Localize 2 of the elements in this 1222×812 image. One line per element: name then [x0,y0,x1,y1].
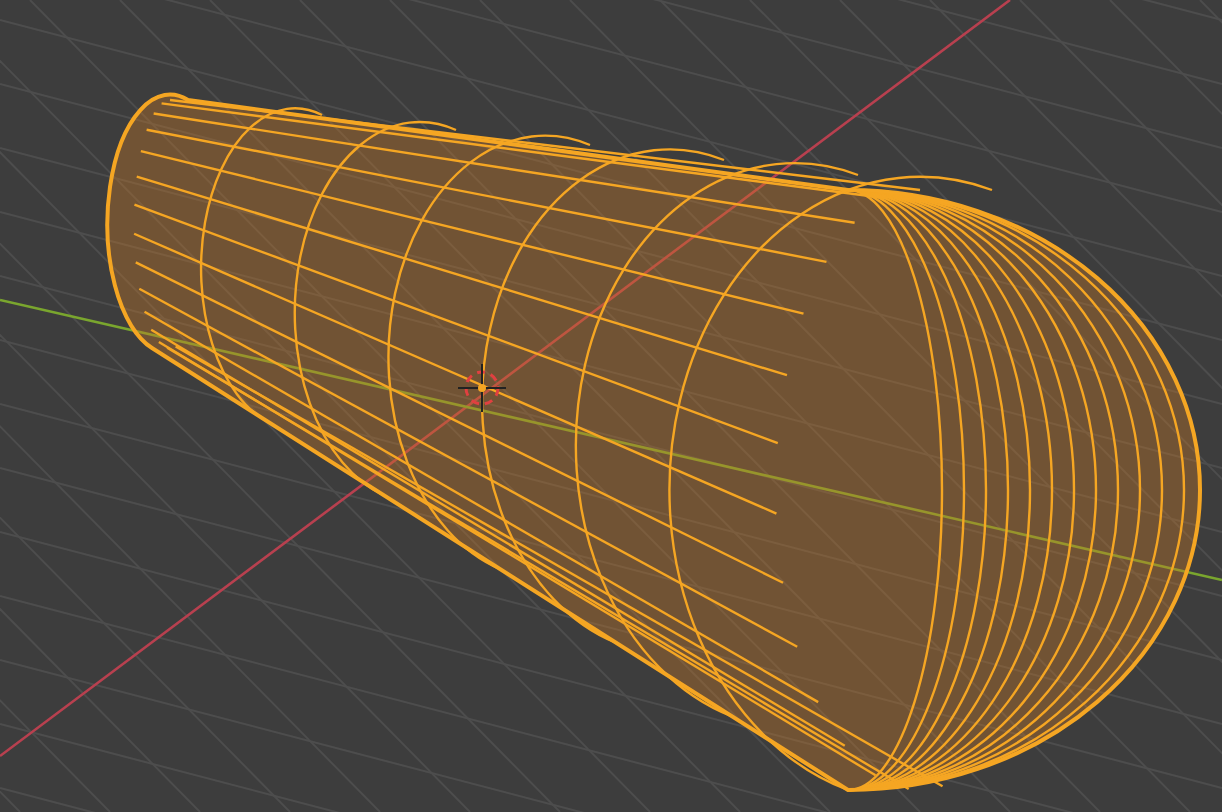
wireframe-mesh-drawing[interactable] [105,92,1202,792]
crosshair-icon[interactable] [457,363,507,413]
